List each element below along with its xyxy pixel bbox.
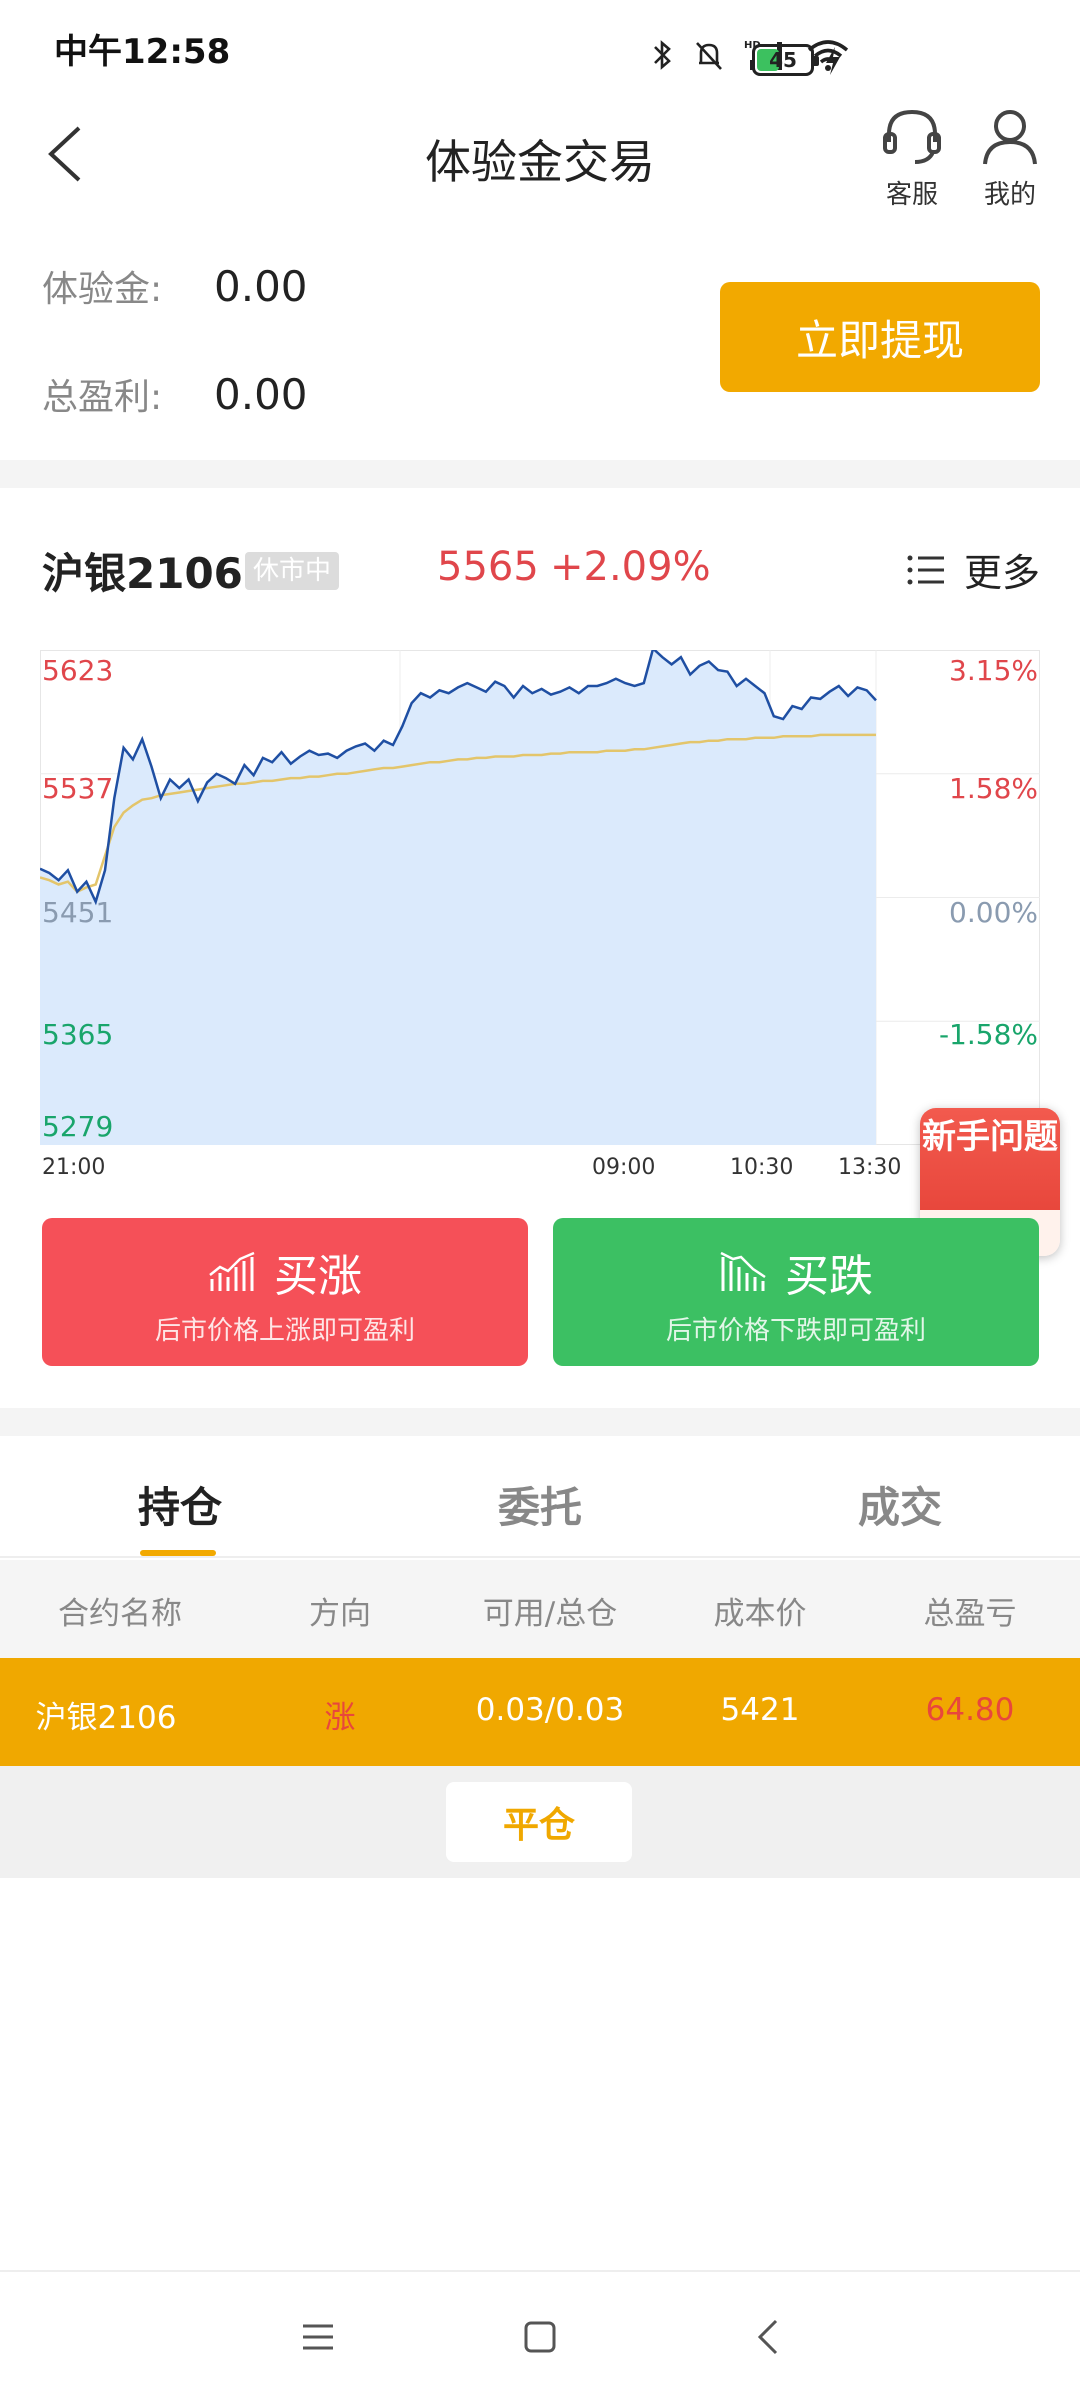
menu-icon <box>303 2324 333 2350</box>
intraday-chart[interactable]: 5623 5537 5451 5365 5279 3.15% 1.58% 0.0… <box>40 650 1040 1190</box>
menu-nav-button[interactable] <box>288 2312 348 2362</box>
y-tick-left: 5279 <box>42 1110 114 1143</box>
available-total: 0.03/0.03 <box>475 1692 625 1728</box>
back-nav-icon <box>757 2319 778 2355</box>
buy-down-label: 买跌 <box>785 1251 873 1302</box>
withdraw-button[interactable]: 立即提现 <box>720 282 1040 392</box>
status-icons: HD <box>652 38 850 72</box>
customer-service-button[interactable]: 客服 <box>872 106 952 211</box>
last-price: 5565 <box>437 544 539 590</box>
tab-orders[interactable]: 委托 <box>440 1474 640 1535</box>
list-icon <box>907 555 944 584</box>
order-tabs: 持仓 委托 成交 <box>0 1436 1080 1558</box>
home-square-icon <box>524 2321 556 2353</box>
buy-down-hint: 后市价格下跌即可盈利 <box>665 1316 926 1346</box>
total-pnl: 64.80 <box>925 1692 1015 1728</box>
divider <box>0 460 1080 488</box>
cost-price: 5421 <box>720 1692 800 1728</box>
buy-down-button[interactable]: 买跌 后市价格下跌即可盈利 <box>553 1218 1039 1366</box>
y-tick-right: 1.58% <box>949 772 1038 805</box>
column-header: 合约名称 <box>58 1596 182 1632</box>
more-button[interactable]: 更多 <box>906 542 1040 597</box>
battery-icon: 45 <box>752 44 819 76</box>
bluetooth-icon <box>654 40 671 70</box>
price-area <box>40 650 876 1145</box>
rising-chart-icon <box>209 1251 255 1291</box>
back-arrow-icon <box>48 126 81 182</box>
profit-row: 总盈利: 0.00 <box>42 368 308 420</box>
bell-muted-icon <box>696 42 722 70</box>
experience-value: 0.00 <box>214 261 308 311</box>
close-position-area: 平仓 <box>0 1766 1080 1878</box>
more-label: 更多 <box>963 551 1040 595</box>
back-nav-button[interactable] <box>738 2312 798 2362</box>
buy-up-hint: 后市价格上涨即可盈利 <box>154 1316 415 1346</box>
column-header: 可用/总仓 <box>482 1596 618 1632</box>
home-nav-button[interactable] <box>510 2312 570 2362</box>
chart-canvas <box>40 650 1040 1145</box>
balance-panel: 体验金: 0.00 总盈利: 0.00 立即提现 <box>0 240 1080 460</box>
quote-row: 沪银2106 休市中 5565 +2.09% 更多 <box>0 540 1080 600</box>
status-time: 中午12:58 <box>54 31 231 72</box>
y-tick-right: 0.00% <box>949 896 1038 929</box>
profit-label: 总盈利: <box>42 377 163 418</box>
back-button[interactable] <box>30 114 100 194</box>
y-tick-right: -1.58% <box>938 1018 1038 1051</box>
table-row[interactable]: 沪银2106 涨 0.03/0.03 5421 64.80 <box>0 1658 1080 1766</box>
x-tick: 21:00 <box>42 1155 106 1180</box>
x-tick: 13:30 <box>838 1155 902 1180</box>
y-tick-left: 5365 <box>42 1018 114 1051</box>
active-tab-indicator <box>140 1550 216 1556</box>
divider <box>0 1408 1080 1436</box>
system-nav-bar <box>0 2270 1080 2400</box>
column-header: 总盈亏 <box>923 1596 1017 1632</box>
y-tick-right: 3.15% <box>949 654 1038 687</box>
newbie-title: 新手问题 <box>920 1108 1060 1210</box>
mine-button[interactable]: 我的 <box>970 106 1050 211</box>
y-tick-left: 5623 <box>42 654 114 687</box>
falling-chart-icon <box>720 1251 766 1291</box>
battery-level: 45 <box>769 48 797 72</box>
symbol-name: 沪银2106 <box>42 549 243 598</box>
column-header: 方向 <box>309 1596 371 1632</box>
table-header: 合约名称 方向 可用/总仓 成本价 总盈亏 <box>0 1560 1080 1658</box>
column-header: 成本价 <box>713 1596 807 1632</box>
profit-value: 0.00 <box>214 369 308 419</box>
user-icon <box>983 110 1037 165</box>
header: 体验金交易 客服 我的 <box>0 96 1080 216</box>
price-change: +2.09% <box>550 544 711 590</box>
x-tick: 10:30 <box>730 1155 794 1180</box>
buy-up-button[interactable]: 买涨 后市价格上涨即可盈利 <box>42 1218 528 1366</box>
y-tick-left: 5451 <box>42 896 114 929</box>
customer-service-label: 客服 <box>885 180 938 210</box>
charging-icon <box>826 47 840 75</box>
headset-icon <box>883 109 941 164</box>
mine-label: 我的 <box>983 180 1036 210</box>
tab-positions[interactable]: 持仓 <box>80 1474 280 1535</box>
tab-trades[interactable]: 成交 <box>800 1474 1000 1535</box>
market-status-badge: 休市中 <box>245 552 340 590</box>
experience-label: 体验金: <box>42 269 163 310</box>
experience-row: 体验金: 0.00 <box>42 260 308 312</box>
direction: 涨 <box>324 1700 356 1736</box>
status-bar: 中午12:58 <box>0 0 1080 96</box>
buy-up-label: 买涨 <box>274 1251 362 1302</box>
contract-name: 沪银2106 <box>35 1700 177 1736</box>
y-tick-left: 5537 <box>42 772 114 805</box>
close-position-button[interactable]: 平仓 <box>446 1782 632 1862</box>
x-tick: 09:00 <box>592 1155 656 1180</box>
